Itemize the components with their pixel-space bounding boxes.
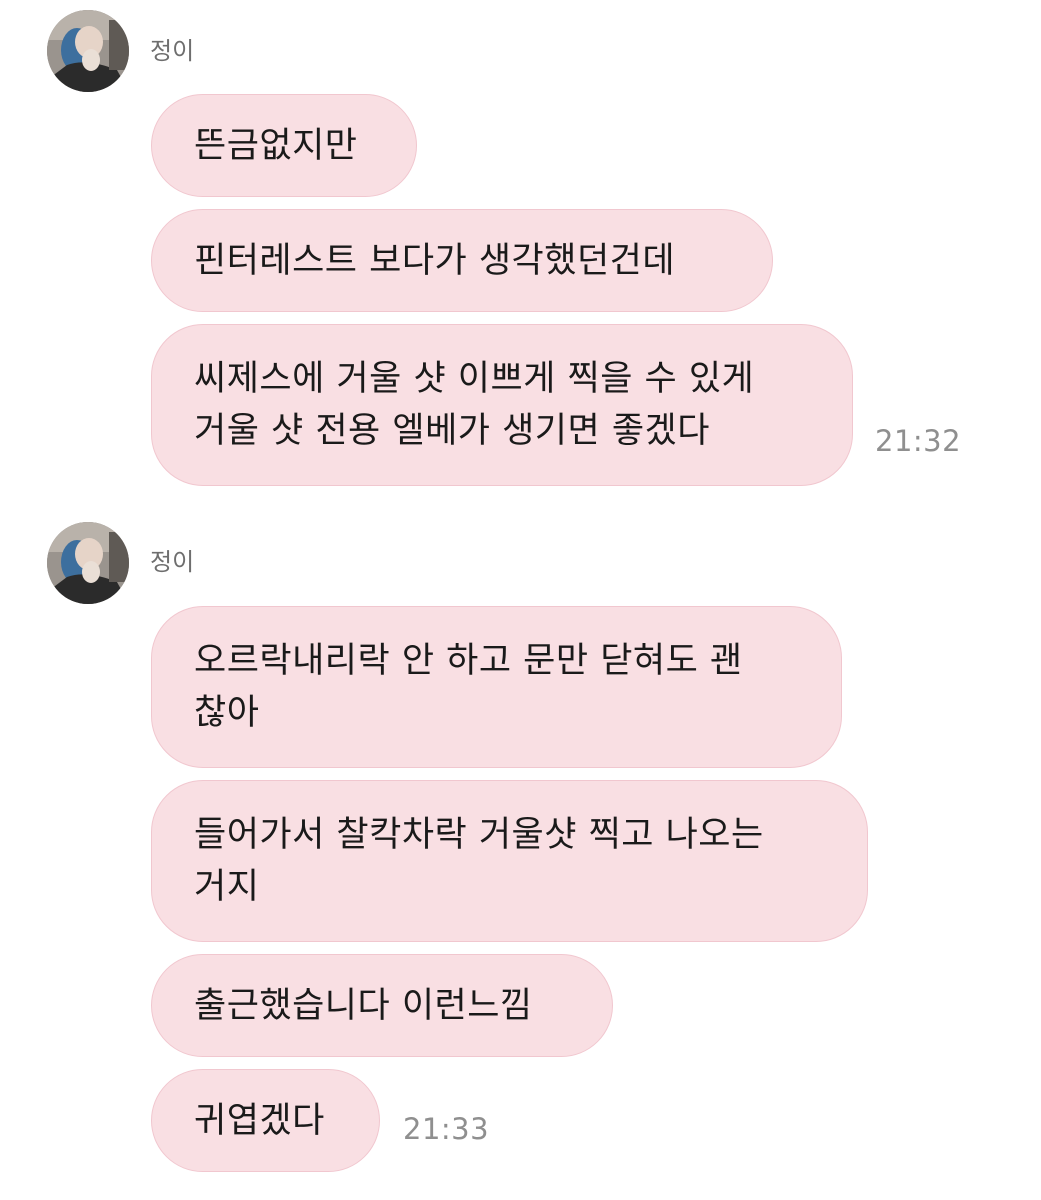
message-bubble[interactable]: 씨제스에 거울 샷 이쁘게 찍을 수 있게 거울 샷 전용 엘베가 생기면 좋겠… [151,324,853,486]
message-timestamp: 21:32 [875,424,962,458]
sender-name: 정이 [150,548,195,576]
profile-photo-icon [47,522,129,604]
message-bubble[interactable]: 핀터레스트 보다가 생각했던건데 [151,209,773,312]
message-bubble[interactable]: 오르락내리락 안 하고 문만 닫혀도 괜 찮아 [151,606,842,768]
message-bubble[interactable]: 출근했습니다 이런느낌 [151,954,613,1057]
message-bubble[interactable]: 뜬금없지만 [151,94,417,197]
avatar[interactable] [47,10,129,92]
message-bubble[interactable]: 들어가서 찰칵차락 거울샷 찍고 나오는 거지 [151,780,868,942]
avatar[interactable] [47,522,129,604]
message-bubble[interactable]: 귀엽겠다 [151,1069,380,1172]
profile-photo-icon [47,10,129,92]
sender-name: 정이 [150,37,195,65]
message-timestamp: 21:33 [403,1112,490,1146]
